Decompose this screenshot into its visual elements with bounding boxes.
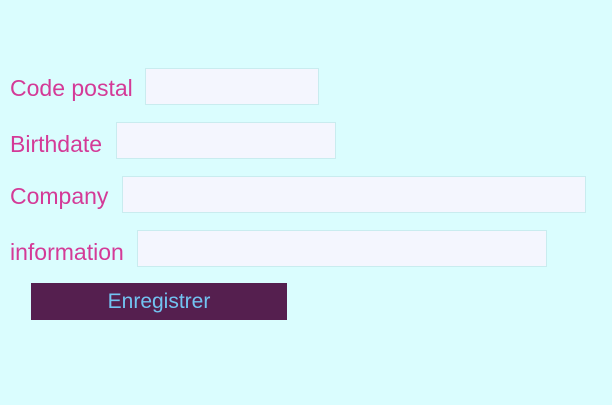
information-label: information bbox=[10, 239, 124, 265]
birthdate-label: Birthdate bbox=[10, 131, 103, 157]
information-input[interactable] bbox=[137, 230, 547, 267]
registration-form: Code postal Birthdate Company informatio… bbox=[0, 0, 612, 405]
code-postal-input[interactable] bbox=[145, 68, 319, 105]
birthdate-input[interactable] bbox=[116, 122, 336, 159]
code-postal-label: Code postal bbox=[10, 75, 133, 101]
enregistrer-button[interactable]: Enregistrer bbox=[31, 283, 287, 320]
company-label: Company bbox=[10, 183, 109, 209]
company-input[interactable] bbox=[122, 176, 586, 213]
